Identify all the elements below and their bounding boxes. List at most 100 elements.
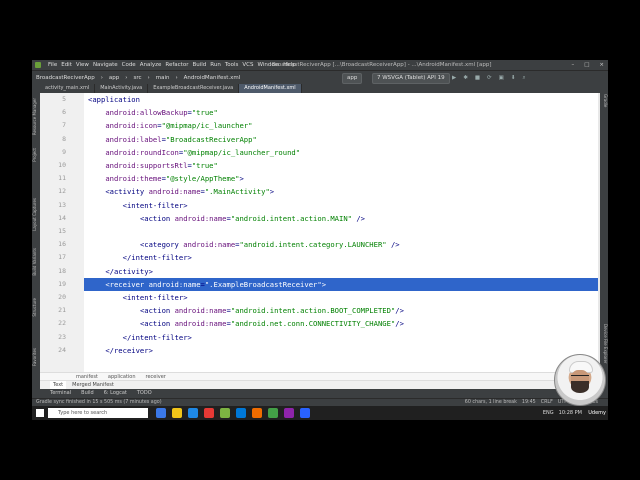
line-number: 19 xyxy=(58,279,66,288)
menu-item-file[interactable]: File xyxy=(48,60,57,70)
code-editor[interactable]: <application android:allowBackup="true" … xyxy=(84,93,598,372)
left-tool-2[interactable]: Layout Captures xyxy=(32,198,40,231)
line-number: 8 xyxy=(62,134,66,143)
app-icon[interactable] xyxy=(252,408,262,418)
menu-item-view[interactable]: View xyxy=(76,60,89,70)
stop-icon[interactable]: ■ xyxy=(475,71,480,85)
menu-item-analyze[interactable]: Analyze xyxy=(140,60,162,70)
chevron-right-icon: › xyxy=(175,75,178,81)
avd-manager-icon[interactable]: ▣ xyxy=(499,71,504,85)
menu-item-tools[interactable]: Tools xyxy=(225,60,239,70)
menu-item-refactor[interactable]: Refactor xyxy=(165,60,188,70)
code-line: <activity android:name=".MainActivity"> xyxy=(105,187,275,197)
line-number: 18 xyxy=(58,266,66,275)
right-tool-1[interactable]: Device File Explorer xyxy=(600,324,608,364)
bottom-tool-tabs: Terminal Build 6: Logcat TODO xyxy=(40,389,600,398)
menu-bar: File Edit View Navigate Code Analyze Refactor B… xyxy=(48,60,296,70)
android-studio-icon[interactable] xyxy=(220,408,230,418)
app-icon-2[interactable] xyxy=(284,408,294,418)
editor-breadcrumb-item[interactable]: application xyxy=(108,373,136,380)
chrome-icon[interactable] xyxy=(268,408,278,418)
breadcrumb-item[interactable]: app xyxy=(109,71,119,85)
line-number: 24 xyxy=(58,345,66,354)
bottom-tool-build[interactable]: Build xyxy=(81,389,94,398)
chevron-right-icon: › xyxy=(125,75,128,81)
editor-breadcrumb-item[interactable]: receiver xyxy=(146,373,166,380)
window-controls: – □ × xyxy=(571,60,604,70)
run-config-select[interactable]: app xyxy=(342,73,363,84)
left-tool-strip: Resource Manager Project Layout Captures Bu… xyxy=(32,84,40,404)
close-icon[interactable]: × xyxy=(599,60,604,70)
minimize-icon[interactable]: – xyxy=(571,60,574,70)
tab-androidmanifest-xml[interactable]: AndroidManifest.xml xyxy=(239,84,302,93)
menu-item-run[interactable]: Run xyxy=(210,60,221,70)
left-tool-1[interactable]: Project xyxy=(32,148,40,162)
menu-item-navigate[interactable]: Navigate xyxy=(93,60,118,70)
breadcrumb: BroadcastReciverApp › app › src › main › Android… xyxy=(36,71,240,85)
line-number: 5 xyxy=(62,95,66,103)
code-line: </activity> xyxy=(105,266,153,276)
tray-item[interactable]: ENG xyxy=(543,406,554,420)
line-number: 14 xyxy=(58,213,66,222)
right-tool-strip: Gradle Device File Explorer xyxy=(600,84,608,404)
bottom-tool-todo[interactable]: TODO xyxy=(137,389,152,398)
sync-icon[interactable]: ⟳ xyxy=(487,71,492,85)
file-explorer-icon[interactable] xyxy=(172,408,182,418)
menu-item-build[interactable]: Build xyxy=(192,60,206,70)
tab-merged-manifest[interactable]: Merged Manifest xyxy=(72,381,114,389)
windows-start-icon[interactable] xyxy=(36,409,44,417)
left-tool-4[interactable]: Structure xyxy=(32,298,40,317)
editor-breadcrumb-item[interactable]: manifest xyxy=(76,373,98,380)
line-number: 17 xyxy=(58,253,66,262)
breadcrumb-item[interactable]: BroadcastReciverApp xyxy=(36,71,95,85)
tab-activity_main-xml[interactable]: activity_main.xml xyxy=(40,84,96,93)
bottom-tool-terminal[interactable]: Terminal xyxy=(50,389,71,398)
maximize-icon[interactable]: □ xyxy=(584,60,589,70)
android-studio-logo-icon xyxy=(35,62,41,68)
search-icon[interactable]: ⌕ xyxy=(522,71,525,85)
line-number: 23 xyxy=(58,332,66,341)
window-title: BroadcastReciverApp [...\BroadcastReceiv… xyxy=(272,62,492,68)
line-number: 9 xyxy=(62,147,66,156)
code-line: <category android:name="android.intent.c… xyxy=(139,240,400,250)
edge-icon[interactable] xyxy=(188,408,198,418)
right-tool-0[interactable]: Gradle xyxy=(600,94,608,107)
breadcrumb-item[interactable]: AndroidManifest.xml xyxy=(184,71,241,85)
tray-item[interactable]: 10:28 PM xyxy=(559,406,582,420)
left-tool-5[interactable]: Favorites xyxy=(32,348,40,366)
windows-taskbar: Type here to search ENG 10:28 PM Udemy xyxy=(32,406,608,420)
tab-examplebroadcastreceiver-java[interactable]: ExampleBroadcastReceiver.java xyxy=(148,84,240,93)
vscode-icon[interactable] xyxy=(236,408,246,418)
breadcrumb-item[interactable]: main xyxy=(156,71,170,85)
taskbar-search-input[interactable]: Type here to search xyxy=(48,408,148,418)
toolbar-icons: ▶ ✱ ■ ⟳ ▣ ⬇ ⌕ xyxy=(452,71,526,85)
taskview-icon[interactable] xyxy=(156,408,166,418)
left-tool-0[interactable]: Resource Manager xyxy=(32,98,40,135)
line-number: 15 xyxy=(58,227,66,235)
code-line: android:supportsRtl="true" xyxy=(105,161,218,170)
media-player-icon[interactable] xyxy=(204,408,214,418)
code-line: android:allowBackup="true" xyxy=(105,108,218,118)
tab-text[interactable]: Text xyxy=(50,381,67,389)
menu-item-edit[interactable]: Edit xyxy=(61,60,72,70)
line-number: 21 xyxy=(58,306,66,315)
sdk-manager-icon[interactable]: ⬇ xyxy=(511,71,516,85)
breadcrumb-item[interactable]: src xyxy=(133,71,141,85)
webcam-overlay xyxy=(554,354,606,406)
debug-icon[interactable]: ✱ xyxy=(463,71,468,85)
menu-item-vcs[interactable]: VCS xyxy=(242,60,253,70)
bottom-tool-6-logcat[interactable]: 6: Logcat xyxy=(104,389,127,398)
screen: File Edit View Navigate Code Analyze Refactor B… xyxy=(32,60,608,420)
run-icon[interactable]: ▶ xyxy=(452,71,456,85)
tab-mainactivity-java[interactable]: MainActivity.java xyxy=(95,84,149,93)
left-tool-3[interactable]: Build Variants xyxy=(32,248,40,276)
code-line: </intent-filter> xyxy=(122,253,192,263)
beard-shape xyxy=(571,381,589,393)
code-line: <action android:name="android.intent.act… xyxy=(139,306,404,316)
menu-item-code[interactable]: Code xyxy=(122,60,136,70)
code-line: android:theme="@style/AppTheme"> xyxy=(105,174,244,184)
code-line: <intent-filter> xyxy=(122,293,188,302)
device-select[interactable]: 7 WSVGA (Tablet) API 19 xyxy=(372,73,450,84)
editor-scrollbar[interactable] xyxy=(598,93,600,372)
word-icon[interactable] xyxy=(300,408,310,418)
